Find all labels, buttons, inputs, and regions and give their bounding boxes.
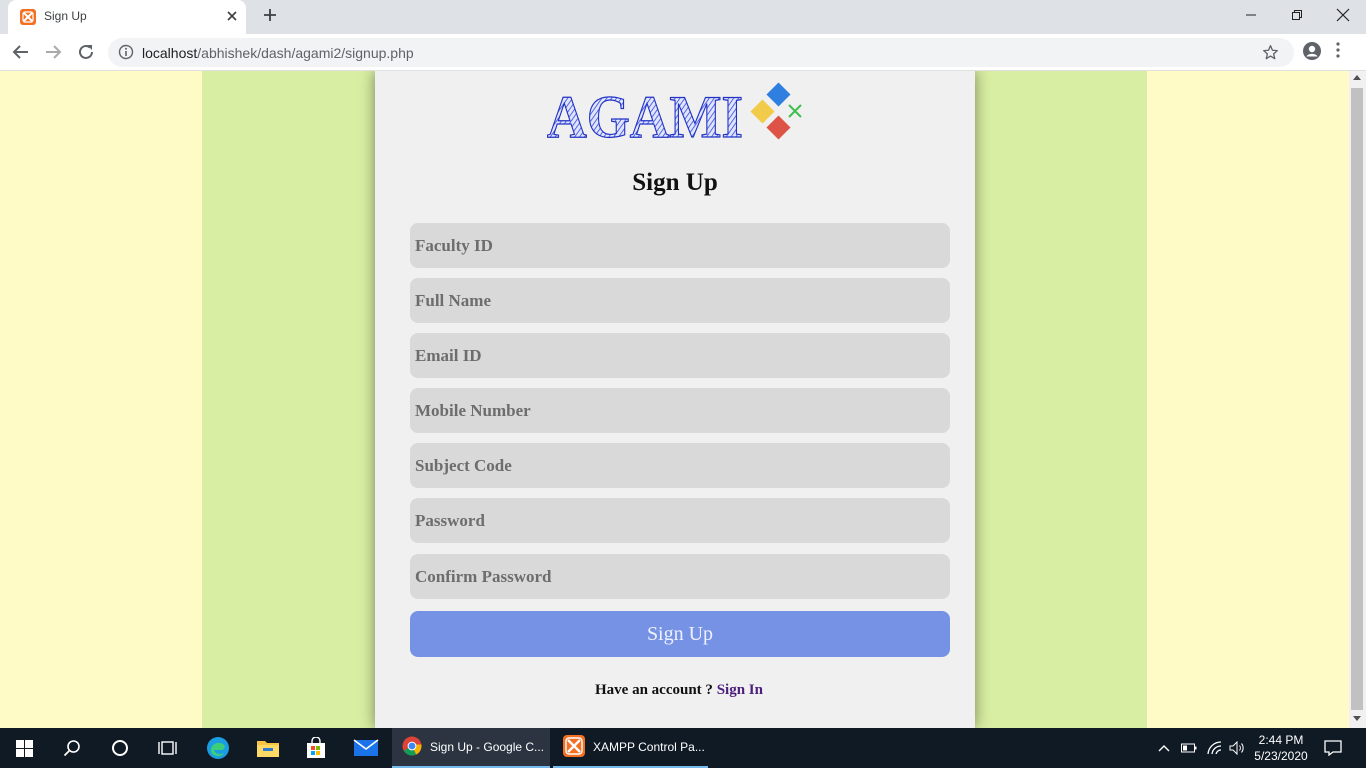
file-explorer-icon[interactable] [244, 728, 292, 768]
reload-icon[interactable] [74, 40, 98, 64]
url-text: localhost/abhishek/dash/agami2/signup.ph… [142, 45, 414, 61]
close-window-icon[interactable] [1320, 0, 1366, 30]
info-icon[interactable] [118, 44, 134, 65]
page-viewport: AGAMI Sign Up Sign Up Have an account ? … [0, 71, 1349, 728]
full-name-field[interactable] [410, 278, 950, 323]
battery-icon[interactable] [1178, 728, 1200, 768]
mail-icon[interactable] [342, 728, 390, 768]
volume-icon[interactable] [1226, 728, 1248, 768]
chevron-up-icon[interactable] [1154, 728, 1174, 768]
scroll-up-arrow-icon[interactable] [1353, 75, 1361, 80]
wifi-icon[interactable] [1203, 728, 1225, 768]
back-arrow-icon[interactable] [9, 40, 33, 64]
mobile-number-field[interactable] [410, 388, 950, 433]
browser-toolbar: localhost/abhishek/dash/agami2/signup.ph… [0, 34, 1366, 71]
edge-icon[interactable] [194, 728, 242, 768]
account-prompt: Have an account ? Sign In [375, 682, 983, 699]
taskbar-task-label: XAMPP Control Pa... [593, 740, 705, 754]
taskbar-clock[interactable]: 2:44 PM 5/23/2020 [1248, 732, 1314, 764]
password-field[interactable] [410, 498, 950, 543]
plus-icon[interactable] [260, 5, 280, 29]
more-vert-icon[interactable] [1335, 41, 1341, 64]
task-view-icon[interactable] [144, 728, 192, 768]
url-host: localhost [142, 45, 198, 61]
taskbar-chrome-task[interactable]: Sign Up - Google C... [392, 728, 550, 768]
minimize-icon[interactable] [1228, 0, 1274, 30]
account-prompt-text: Have an account ? [595, 682, 717, 698]
taskbar-xampp-task[interactable]: XAMPP Control Pa... [553, 728, 708, 768]
vertical-scrollbar[interactable] [1349, 71, 1366, 728]
windows-taskbar: Sign Up - Google C... XAMPP Control Pa..… [0, 728, 1366, 768]
browser-tab[interactable]: Sign Up [8, 0, 246, 34]
scroll-down-arrow-icon[interactable] [1353, 716, 1361, 721]
page-title: Sign Up [632, 169, 718, 196]
agami-logo: AGAMI [545, 81, 810, 151]
star-icon[interactable] [1262, 44, 1279, 66]
clock-time: 2:44 PM [1258, 733, 1304, 747]
forward-arrow-icon[interactable] [41, 40, 65, 64]
svg-text:AGAMI: AGAMI [547, 84, 743, 145]
confirm-password-field[interactable] [410, 554, 950, 599]
email-field[interactable] [410, 333, 950, 378]
windows-start-icon[interactable] [0, 728, 48, 768]
restore-icon[interactable] [1274, 0, 1320, 30]
tab-title: Sign Up [44, 9, 87, 23]
subject-code-field[interactable] [410, 443, 950, 488]
signup-card: AGAMI Sign Up Sign Up Have an account ? … [375, 71, 975, 728]
cortana-icon[interactable] [96, 728, 144, 768]
address-bar[interactable]: localhost/abhishek/dash/agami2/signup.ph… [108, 38, 1294, 67]
faculty-id-field[interactable] [410, 223, 950, 268]
store-icon[interactable] [292, 728, 340, 768]
clock-date: 5/23/2020 [1254, 749, 1308, 763]
sign-up-button[interactable]: Sign Up [410, 611, 950, 657]
url-path: /abhishek/dash/agami2/signup.php [197, 45, 414, 61]
chrome-icon [402, 736, 422, 759]
xampp-favicon-icon [20, 9, 36, 25]
sign-in-link[interactable]: Sign In [717, 682, 763, 698]
search-icon[interactable] [48, 728, 96, 768]
taskbar-task-label: Sign Up - Google C... [430, 740, 545, 754]
browser-tabstrip: Sign Up [0, 0, 1366, 34]
xampp-icon [563, 734, 585, 760]
close-icon[interactable] [224, 8, 240, 28]
account-icon[interactable] [1302, 41, 1322, 66]
scrollbar-thumb[interactable] [1351, 88, 1363, 710]
notification-icon[interactable] [1320, 728, 1346, 768]
